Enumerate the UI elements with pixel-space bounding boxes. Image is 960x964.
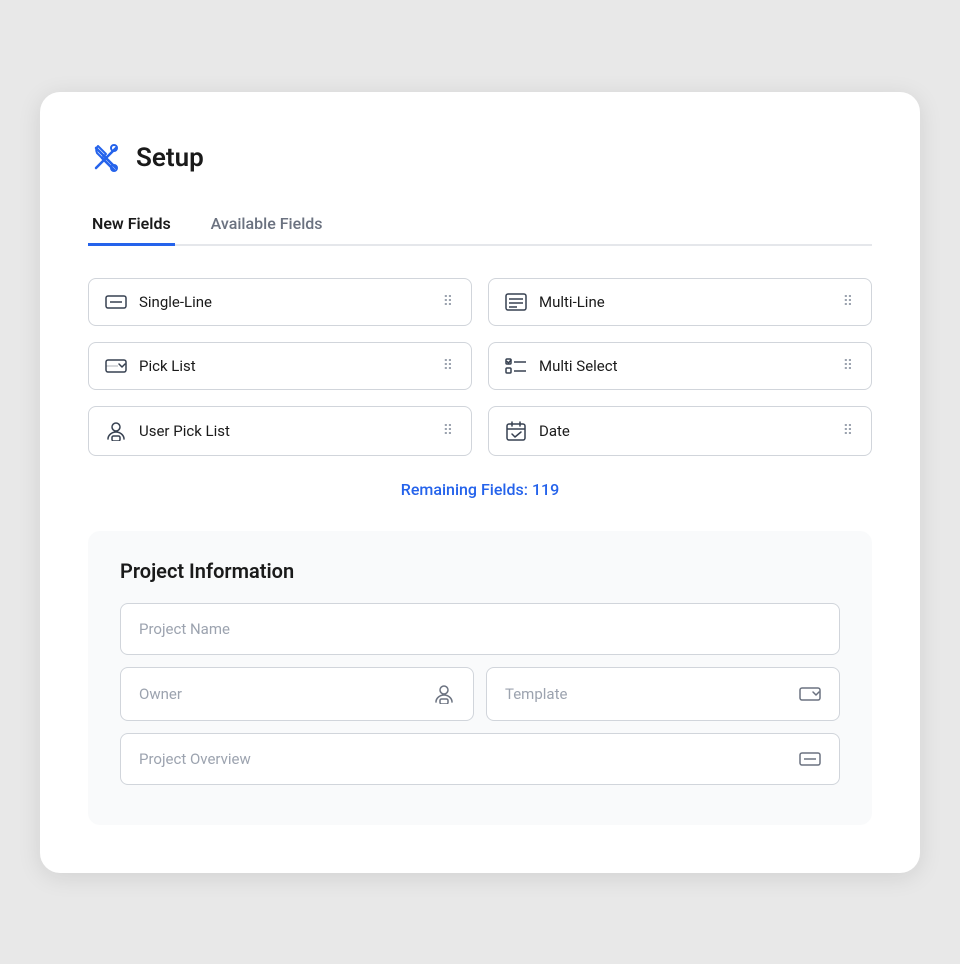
project-section: Project Information Project Name Owner T… xyxy=(88,531,872,825)
date-icon xyxy=(505,421,527,441)
user-pick-list-label: User Pick List xyxy=(139,422,443,440)
drag-handle-multi-select: ⠿ xyxy=(843,359,855,373)
tabs-container: New Fields Available Fields xyxy=(88,204,872,246)
field-multi-select[interactable]: Multi Select ⠿ xyxy=(488,342,872,390)
drag-handle-multi-line: ⠿ xyxy=(843,295,855,309)
pick-list-label: Pick List xyxy=(139,357,443,375)
project-overview-icon xyxy=(799,750,821,768)
template-label: Template xyxy=(505,685,799,703)
drag-handle-date: ⠿ xyxy=(843,424,855,438)
template-field[interactable]: Template xyxy=(486,667,840,721)
project-overview-field[interactable]: Project Overview xyxy=(120,733,840,785)
multi-line-label: Multi-Line xyxy=(539,293,843,311)
header: Setup xyxy=(88,140,872,176)
setup-icon xyxy=(88,140,124,176)
project-overview-label: Project Overview xyxy=(139,750,799,768)
project-section-title: Project Information xyxy=(120,559,840,583)
multi-select-icon xyxy=(505,357,527,375)
single-line-label: Single-Line xyxy=(139,293,443,311)
owner-field[interactable]: Owner xyxy=(120,667,474,721)
owner-template-row: Owner Template xyxy=(120,667,840,721)
field-single-line[interactable]: Single-Line ⠿ xyxy=(88,278,472,326)
multi-select-label: Multi Select xyxy=(539,357,843,375)
user-pick-list-icon xyxy=(105,421,127,441)
drag-handle-pick-list: ⠿ xyxy=(443,359,455,373)
remaining-fields: Remaining Fields: 119 xyxy=(88,480,872,499)
page-title: Setup xyxy=(136,143,204,173)
field-pick-list[interactable]: Pick List ⠿ xyxy=(88,342,472,390)
field-user-pick-list[interactable]: User Pick List ⠿ xyxy=(88,406,472,456)
main-card: Setup New Fields Available Fields Single… xyxy=(40,92,920,873)
multi-line-icon xyxy=(505,293,527,311)
tab-available-fields[interactable]: Available Fields xyxy=(207,204,327,246)
project-name-label: Project Name xyxy=(139,620,821,638)
single-line-icon xyxy=(105,293,127,311)
field-multi-line[interactable]: Multi-Line ⠿ xyxy=(488,278,872,326)
owner-label: Owner xyxy=(139,685,433,703)
tab-new-fields[interactable]: New Fields xyxy=(88,204,175,246)
date-label: Date xyxy=(539,422,843,440)
owner-icon xyxy=(433,684,455,704)
fields-grid: Single-Line ⠿ Multi-Line ⠿ xyxy=(88,278,872,456)
pick-list-icon xyxy=(105,357,127,375)
field-date[interactable]: Date ⠿ xyxy=(488,406,872,456)
drag-handle-user-pick-list: ⠿ xyxy=(443,424,455,438)
template-icon xyxy=(799,685,821,703)
drag-handle-single-line: ⠿ xyxy=(443,295,455,309)
project-name-field[interactable]: Project Name xyxy=(120,603,840,655)
